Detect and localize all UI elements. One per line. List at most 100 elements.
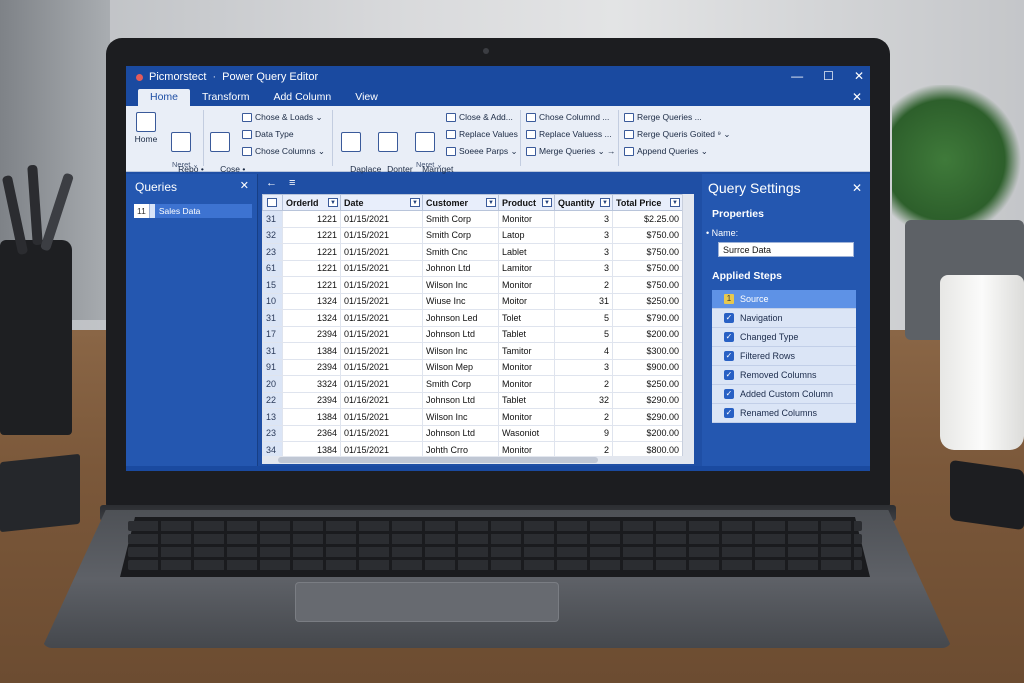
applied-step[interactable]: ✓ Filtered Rows — [712, 347, 856, 366]
row-number[interactable]: 13 — [262, 408, 283, 426]
scrollbar-thumb[interactable] — [278, 457, 598, 463]
table-cell: 01/15/2021 — [340, 309, 423, 327]
table-cell: 1324 — [282, 309, 341, 327]
table-cell: $900.00 — [612, 358, 683, 376]
table-row[interactable]: 31 1324 01/15/2021 Johnson Led Tolet 5 $790.00 — [262, 309, 683, 327]
row-number[interactable]: 31 — [262, 342, 283, 360]
tab-home[interactable]: Home — [138, 89, 191, 106]
queries-icon — [415, 132, 435, 152]
applied-step[interactable]: ✓ Added Custom Column — [712, 385, 856, 404]
table-row[interactable]: 15 1221 01/15/2021 Wilson Inc Monitor 2 $750.0… — [262, 276, 683, 294]
row-number[interactable]: 22 — [262, 391, 283, 409]
choose-columns-menu[interactable]: Chose Columnd ... — [526, 112, 609, 123]
collapse-pane-icon[interactable]: ✕ — [240, 179, 249, 192]
data-type-menu[interactable]: Data Type — [242, 129, 294, 140]
table-row[interactable]: 23 1221 01/15/2021 Smith Cnc Lablet 3 $750.00 — [262, 243, 683, 261]
table-cell: Lamitor — [498, 259, 555, 277]
row-number[interactable]: 10 — [262, 292, 283, 310]
applied-steps-list: 1 Source ✓ Navigation ✓ Changed Type ✓ Filtered… — [712, 290, 856, 423]
home-button[interactable]: Home — [132, 112, 160, 144]
row-number[interactable]: 61 — [262, 259, 283, 277]
replace-values-menu-2[interactable]: Replace Valuess ... — [526, 129, 612, 140]
filter-dropdown-icon[interactable]: ▼ — [670, 198, 680, 207]
column-header[interactable]: Product ▼ — [498, 194, 555, 211]
choose-columns-menu[interactable]: Chose Columns ⌄ — [242, 146, 325, 157]
table-row[interactable]: 17 2394 01/15/2021 Johnson Ltd Tablet 5 $200.0… — [262, 325, 683, 343]
filter-dropdown-icon[interactable]: ▼ — [542, 198, 552, 207]
applied-step[interactable]: ✓ Renamed Columns — [712, 404, 856, 423]
column-header[interactable]: OrderId ▼ — [282, 194, 341, 211]
keyboard-row — [128, 547, 862, 557]
table-cell: Tamitor — [498, 342, 555, 360]
close-ribbon-icon[interactable]: ✕ — [852, 90, 862, 104]
checkbox-icon: ✓ — [724, 351, 734, 361]
filter-dropdown-icon[interactable]: ▼ — [600, 198, 610, 207]
minimize-button[interactable]: — — [791, 69, 803, 83]
row-number[interactable]: 17 — [262, 325, 283, 343]
query-item-sales-data[interactable]: 11 Sales Data — [134, 204, 252, 218]
table-cell: Wiuse Inc — [422, 292, 499, 310]
table-row[interactable]: 20 3324 01/15/2021 Smith Corp Monitor 2 $250.0… — [262, 375, 683, 393]
table-cell: 01/15/2021 — [340, 358, 423, 376]
filter-dropdown-icon[interactable]: ▼ — [328, 198, 338, 207]
step-number-icon: 1 — [724, 294, 734, 304]
table-row[interactable]: 10 1324 01/15/2021 Wiuse Inc Moitor 31 $250.00 — [262, 292, 683, 310]
row-number[interactable]: 91 — [262, 358, 283, 376]
horizontal-scrollbar[interactable] — [262, 456, 694, 464]
maximize-button[interactable]: ☐ — [823, 69, 834, 83]
vertical-scrollbar[interactable] — [682, 194, 694, 462]
power-query-editor-window: Picmorstect · Power Query Editor — ☐ ✕ H… — [126, 66, 870, 471]
query-name-field[interactable]: Surrce Data — [718, 242, 854, 257]
column-header[interactable]: Customer ▼ — [422, 194, 499, 211]
merge-queries-menu[interactable]: Merge Queries ⌄ → — [526, 146, 616, 157]
row-number[interactable]: 23 — [262, 243, 283, 261]
table-row[interactable]: 32 1221 01/15/2021 Smith Corp Latop 3 $750.00 — [262, 226, 683, 244]
table-cell: $200.00 — [612, 325, 683, 343]
replace-values-menu[interactable]: Replace Values — [446, 129, 518, 140]
columns-icon — [242, 147, 252, 156]
column-header[interactable]: Total Price ▼ — [612, 194, 683, 211]
tab-transform[interactable]: Transform — [190, 89, 261, 106]
row-number[interactable]: 31 — [262, 210, 283, 228]
applied-step[interactable]: 1 Source — [712, 290, 856, 309]
table-cell: 01/15/2021 — [340, 210, 423, 228]
applied-step-label: Renamed Columns — [740, 408, 818, 418]
close-button[interactable]: ✕ — [854, 69, 864, 83]
filter-dropdown-icon[interactable]: ▼ — [410, 198, 420, 207]
parameters-menu[interactable]: Soeee Parps ⌄ — [446, 146, 518, 157]
row-number[interactable]: 23 — [262, 424, 283, 442]
row-number[interactable]: 20 — [262, 375, 283, 393]
select-all-header[interactable] — [262, 194, 283, 211]
table-cell: Johnson Ltd — [422, 325, 499, 343]
menu-icon[interactable]: ≡ — [289, 177, 295, 189]
table-row[interactable]: 22 2394 01/16/2021 Johnson Ltd Tablet 32 $290.… — [262, 391, 683, 409]
table-row[interactable]: 31 1384 01/15/2021 Wilson Inc Tamitor 4 $300.0… — [262, 342, 683, 360]
row-number[interactable]: 15 — [262, 276, 283, 294]
append-queries-menu[interactable]: Append Queries ⌄ — [624, 146, 708, 157]
close-settings-icon[interactable]: ✕ — [852, 181, 862, 195]
close-and-add-menu[interactable]: Close & Add... — [446, 112, 513, 123]
table-cell: 01/15/2021 — [340, 375, 423, 393]
row-number[interactable]: 31 — [262, 309, 283, 327]
table-cell: 01/15/2021 — [340, 292, 423, 310]
applied-step[interactable]: ✓ Removed Columns — [712, 366, 856, 385]
applied-step[interactable]: ✓ Changed Type — [712, 328, 856, 347]
merge-queries-button[interactable]: Rerge Queries ... — [624, 112, 702, 123]
back-arrow-icon[interactable]: ← — [266, 177, 277, 189]
column-header[interactable]: Quantity ▼ — [554, 194, 613, 211]
row-number[interactable]: 32 — [262, 226, 283, 244]
table-row[interactable]: 61 1221 01/15/2021 Johnon Ltd Lamitor 3 $750.0… — [262, 259, 683, 277]
tab-view[interactable]: View — [343, 89, 390, 106]
table-row[interactable]: 23 2364 01/15/2021 Johnson Ltd Wasoniot 9 $200… — [262, 424, 683, 442]
close-and-loads-menu[interactable]: Chose & Loads ⌄ — [242, 112, 323, 123]
table-cell: 3 — [554, 210, 613, 228]
table-row[interactable]: 91 2394 01/15/2021 Wilson Mep Monitor 3 $900.0… — [262, 358, 683, 376]
table-row[interactable]: 13 1384 01/15/2021 Wilson Inc Monitor 2 $290.0… — [262, 408, 683, 426]
table-row[interactable]: 31 1221 01/15/2021 Smith Corp Monitor 3 $2.25.… — [262, 210, 683, 228]
column-header[interactable]: Date ▼ — [340, 194, 423, 211]
tab-add-column[interactable]: Add Column — [261, 89, 343, 106]
table-cell: 01/15/2021 — [340, 325, 423, 343]
merge-queries-as-new-menu[interactable]: Rerge Queris Goited ⁹ ⌄ — [624, 129, 730, 140]
filter-dropdown-icon[interactable]: ▼ — [486, 198, 496, 207]
applied-step[interactable]: ✓ Navigation — [712, 309, 856, 328]
